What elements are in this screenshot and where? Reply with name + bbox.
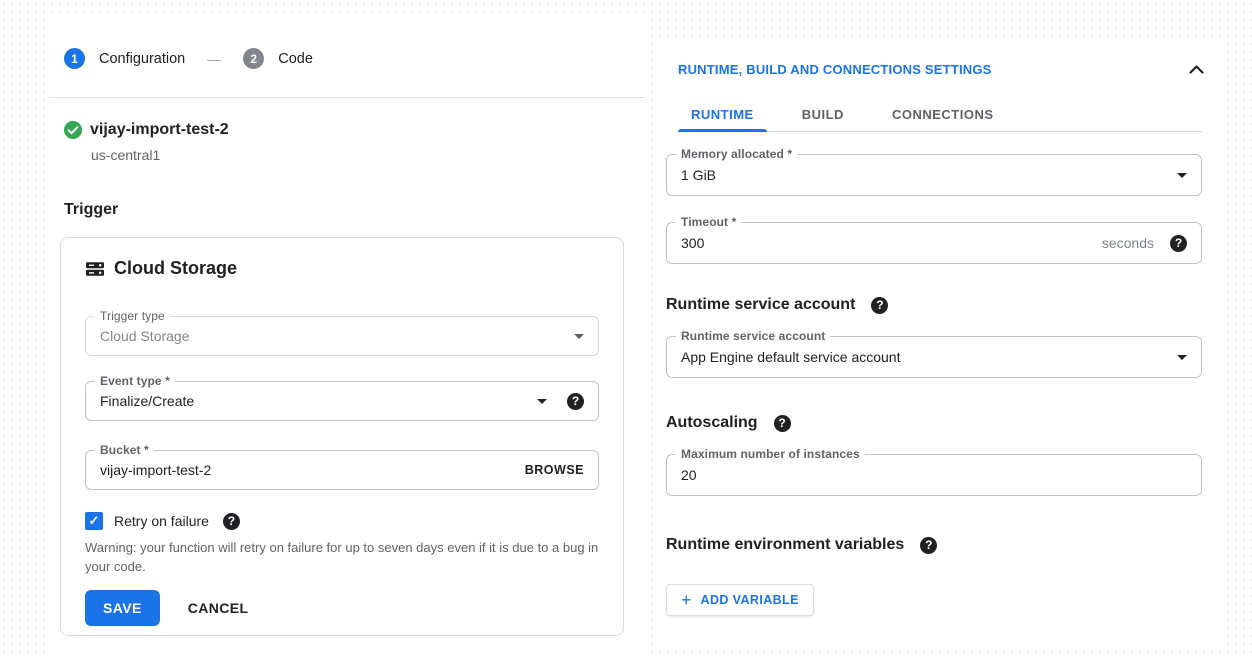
retry-label: Retry on failure <box>114 513 209 529</box>
trigger-actions: SAVE CANCEL <box>85 590 248 626</box>
service-account-help-icon[interactable]: ? <box>871 297 888 314</box>
service-account-field-label: Runtime service account <box>676 329 830 343</box>
memory-allocated-value: 1 GiB <box>681 167 1177 183</box>
runtime-settings-panel: RUNTIME, BUILD AND CONNECTIONS SETTINGS … <box>656 42 1222 645</box>
function-name: vijay-import-test-2 <box>90 121 229 139</box>
function-name-row: vijay-import-test-2 <box>64 121 229 139</box>
settings-tabs: RUNTIME BUILD CONNECTIONS <box>678 98 1202 132</box>
retry-help-icon[interactable]: ? <box>223 513 240 530</box>
configuration-panel: 1 Configuration — 2 Code vijay-import-te… <box>50 12 645 658</box>
service-account-select[interactable]: Runtime service account App Engine defau… <box>666 336 1202 378</box>
timeout-field: Timeout * seconds ? <box>666 222 1202 264</box>
page-background: 1 Configuration — 2 Code vijay-import-te… <box>0 0 1252 658</box>
service-account-value: App Engine default service account <box>681 349 1177 365</box>
timeout-label: Timeout * <box>676 215 741 229</box>
save-button[interactable]: SAVE <box>85 590 160 626</box>
chevron-down-icon <box>537 399 547 404</box>
env-vars-help-icon[interactable]: ? <box>920 537 937 554</box>
autoscaling-heading: Autoscaling <box>666 414 758 432</box>
event-type-help-icon[interactable]: ? <box>567 393 584 410</box>
event-type-label: Event type * <box>95 374 175 388</box>
service-account-heading: Runtime service account <box>666 296 855 314</box>
timeout-help-icon[interactable]: ? <box>1170 235 1187 252</box>
cloud-storage-icon <box>85 259 105 279</box>
stepper: 1 Configuration — 2 Code <box>64 48 313 69</box>
trigger-section-heading: Trigger <box>64 201 118 219</box>
chevron-down-icon <box>574 334 584 339</box>
max-instances-input[interactable] <box>681 467 1187 483</box>
add-variable-label: ADD VARIABLE <box>701 593 799 607</box>
event-type-value: Finalize/Create <box>100 393 537 409</box>
retry-on-failure-row: ✓ Retry on failure ? <box>85 512 240 530</box>
timeout-input[interactable] <box>681 235 1102 251</box>
service-account-heading-row: Runtime service account ? <box>666 296 888 314</box>
settings-expander-header[interactable]: RUNTIME, BUILD AND CONNECTIONS SETTINGS <box>678 62 1204 77</box>
function-region: us-central1 <box>91 147 160 163</box>
check-circle-icon <box>64 121 82 139</box>
trigger-type-value: Cloud Storage <box>100 328 574 344</box>
step-2-badge[interactable]: 2 <box>243 48 264 69</box>
memory-allocated-select[interactable]: Memory allocated * 1 GiB <box>666 154 1202 196</box>
autoscaling-heading-row: Autoscaling ? <box>666 414 791 432</box>
step-2-label[interactable]: Code <box>278 51 313 67</box>
settings-expander-title: RUNTIME, BUILD AND CONNECTIONS SETTINGS <box>678 62 992 77</box>
bucket-input[interactable] <box>100 462 525 478</box>
chevron-down-icon <box>1177 173 1187 178</box>
step-separator: — <box>207 51 221 67</box>
step-1-label[interactable]: Configuration <box>99 51 185 67</box>
stepper-divider <box>50 97 645 98</box>
trigger-card-title: Cloud Storage <box>85 258 237 279</box>
bucket-label: Bucket * <box>95 443 154 457</box>
browse-button[interactable]: BROWSE <box>525 463 584 477</box>
trigger-card-title-text: Cloud Storage <box>114 258 237 279</box>
autoscaling-help-icon[interactable]: ? <box>774 415 791 432</box>
env-vars-heading-row: Runtime environment variables ? <box>666 536 937 554</box>
memory-allocated-label: Memory allocated * <box>676 147 797 161</box>
chevron-down-icon <box>1177 355 1187 360</box>
chevron-up-icon[interactable] <box>1189 65 1204 74</box>
trigger-card: Cloud Storage Trigger type Cloud Storage… <box>60 237 624 636</box>
tab-runtime[interactable]: RUNTIME <box>678 98 767 131</box>
bucket-field: Bucket * BROWSE <box>85 450 599 490</box>
plus-icon: + <box>681 591 692 609</box>
event-type-select[interactable]: Event type * Finalize/Create ? <box>85 381 599 421</box>
add-variable-button[interactable]: + ADD VARIABLE <box>666 584 814 616</box>
trigger-type-select[interactable]: Trigger type Cloud Storage <box>85 316 599 356</box>
retry-warning-text: Warning: your function will retry on fai… <box>85 539 603 577</box>
tab-build[interactable]: BUILD <box>789 98 857 131</box>
timeout-suffix: seconds <box>1102 235 1154 251</box>
trigger-type-label: Trigger type <box>95 309 170 323</box>
max-instances-field: Maximum number of instances <box>666 454 1202 496</box>
retry-checkbox[interactable]: ✓ <box>85 512 103 530</box>
max-instances-label: Maximum number of instances <box>676 447 865 461</box>
env-vars-heading: Runtime environment variables <box>666 536 904 554</box>
cancel-button[interactable]: CANCEL <box>188 600 249 616</box>
tab-connections[interactable]: CONNECTIONS <box>879 98 1007 131</box>
step-1-badge[interactable]: 1 <box>64 48 85 69</box>
